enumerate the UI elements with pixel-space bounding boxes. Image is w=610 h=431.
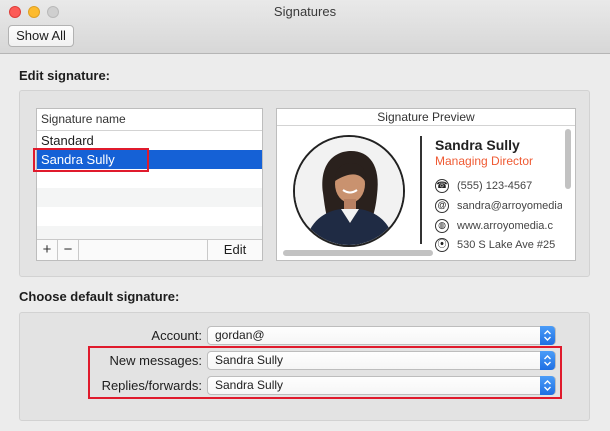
- empty-row: [37, 207, 262, 226]
- signature-role: Managing Director: [435, 154, 534, 168]
- location-icon: ⦿: [435, 238, 449, 252]
- email-icon: @: [435, 199, 449, 213]
- edit-signature-button[interactable]: Edit: [207, 240, 262, 260]
- profile-photo: [293, 135, 405, 247]
- highlight-box-signature: [33, 148, 149, 172]
- signature-preview-header: Signature Preview: [277, 109, 575, 126]
- chevron-updown-icon: [540, 326, 555, 345]
- signature-website: www.arroyomedia.c: [457, 220, 553, 232]
- empty-row: [37, 188, 262, 207]
- signature-list: Signature name Standard Sandra Sully + −…: [36, 108, 263, 261]
- window-titlebar: Signatures Show All: [0, 0, 610, 54]
- add-signature-button[interactable]: +: [37, 240, 58, 260]
- default-signature-heading: Choose default signature:: [19, 289, 180, 304]
- signature-email: sandra@arroyomedia: [457, 200, 562, 212]
- highlight-box-defaults: [88, 346, 562, 399]
- signature-address: 530 S Lake Ave #25: [457, 239, 556, 249]
- show-all-button[interactable]: Show All: [8, 25, 74, 47]
- preview-horizontal-scrollbar[interactable]: [283, 250, 433, 256]
- account-select-value: gordan@: [215, 328, 265, 342]
- remove-signature-button[interactable]: −: [58, 240, 79, 260]
- globe-icon: ◍: [435, 219, 449, 233]
- edit-signature-heading: Edit signature:: [19, 68, 111, 83]
- account-select[interactable]: gordan@: [207, 326, 556, 345]
- signature-divider: [420, 136, 422, 244]
- preview-vertical-scrollbar[interactable]: [565, 129, 571, 189]
- signature-phone: (555) 123-4567: [457, 180, 533, 192]
- account-label: Account:: [151, 328, 202, 343]
- phone-icon: ☎: [435, 179, 449, 193]
- signature-list-footer: + − Edit: [37, 239, 262, 260]
- signature-list-header: Signature name: [37, 109, 262, 131]
- signature-preview: Signature Preview Sandra Sully Managing …: [276, 108, 576, 261]
- window-title: Signatures: [273, 4, 337, 19]
- signature-name: Sandra Sully: [435, 137, 520, 153]
